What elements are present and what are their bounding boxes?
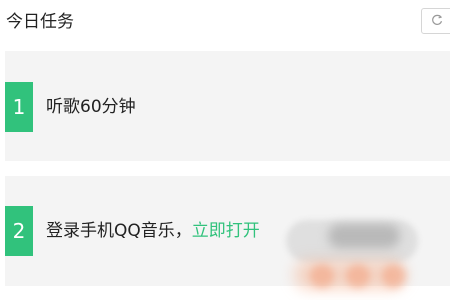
page-title: 今日任务 <box>6 12 74 32</box>
refresh-button[interactable] <box>421 8 450 34</box>
task-line-2: 登录手机QQ音乐，立即打开 <box>46 220 260 242</box>
task-number-1: 1 <box>5 82 33 132</box>
task-card-2: 2 登录手机QQ音乐，立即打开 <box>5 176 450 286</box>
task-text-1: 听歌60分钟 <box>46 97 136 117</box>
task-card-1: 1 听歌60分钟 <box>5 51 450 161</box>
refresh-icon <box>432 14 443 25</box>
task-text-2: 登录手机QQ音乐， <box>46 221 192 241</box>
task-header: 今日任务 <box>0 0 450 48</box>
open-app-link[interactable]: 立即打开 <box>192 221 260 241</box>
task-number-2: 2 <box>5 206 33 256</box>
